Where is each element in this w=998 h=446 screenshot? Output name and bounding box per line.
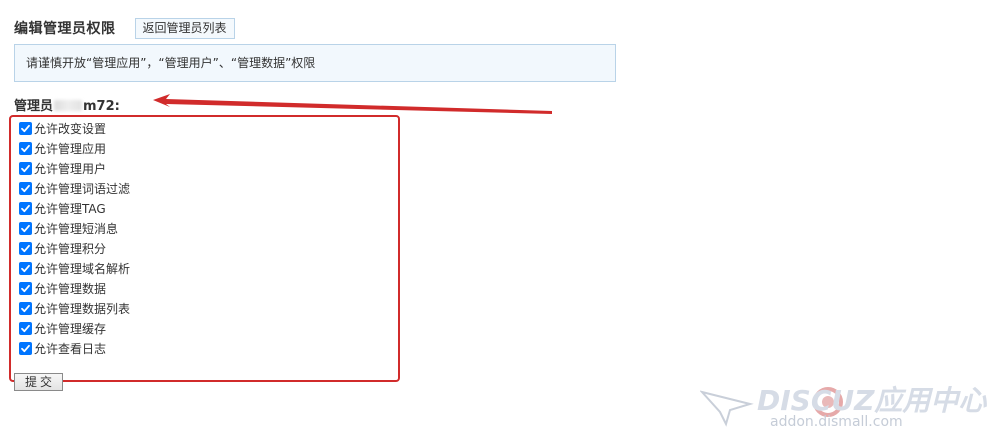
check-icon: [21, 144, 30, 152]
watermark-brand: DISCUZ应用中心: [757, 384, 987, 417]
submit-button[interactable]: 提交: [14, 373, 63, 391]
permission-checkbox[interactable]: [19, 321, 32, 335]
permission-item[interactable]: 允许管理应用: [19, 138, 130, 158]
permission-checkbox[interactable]: [19, 181, 32, 195]
permission-checkbox[interactable]: [19, 301, 32, 315]
permission-item[interactable]: 允许管理数据列表: [19, 298, 130, 318]
watermark-url: addon.dismall.com: [770, 414, 903, 430]
permission-item[interactable]: 允许管理域名解析: [19, 258, 130, 278]
permission-label: 允许管理域名解析: [34, 261, 131, 276]
permission-checkbox[interactable]: [19, 261, 32, 275]
permission-checkbox[interactable]: [19, 241, 32, 255]
permission-item[interactable]: 允许查看日志: [19, 338, 130, 358]
permission-checkbox[interactable]: [19, 221, 32, 235]
permission-checkbox[interactable]: [19, 341, 32, 355]
permission-item[interactable]: 允许管理TAG: [19, 198, 130, 218]
permission-item[interactable]: 允许管理词语过滤: [19, 178, 130, 198]
check-icon: [21, 184, 30, 192]
permission-item[interactable]: 允许改变设置: [19, 118, 130, 138]
watermark: DISCUZ应用中心 addon.dismall.com: [700, 376, 990, 436]
permission-item[interactable]: 允许管理用户: [19, 158, 130, 178]
permission-label: 允许查看日志: [34, 341, 107, 356]
permission-checkbox[interactable]: [19, 281, 32, 295]
permission-checkbox[interactable]: [19, 141, 32, 155]
check-icon: [21, 244, 30, 252]
permission-label: 允许管理应用: [34, 141, 107, 156]
check-icon: [21, 284, 30, 292]
permission-label: 允许管理缓存: [34, 321, 107, 336]
check-icon: [21, 224, 30, 232]
permission-label: 允许管理数据: [34, 281, 107, 296]
permission-label: 允许管理用户: [34, 161, 107, 176]
permission-label: 允许管理积分: [34, 241, 107, 256]
permission-item[interactable]: 允许管理缓存: [19, 318, 130, 338]
check-icon: [21, 204, 30, 212]
check-icon: [21, 124, 30, 132]
permission-item[interactable]: 允许管理积分: [19, 238, 130, 258]
permission-checkbox[interactable]: [19, 201, 32, 215]
check-icon: [21, 264, 30, 272]
permission-checkbox[interactable]: [19, 161, 32, 175]
permission-list: 允许改变设置 允许管理应用 允许管理用户允许管理词语过滤 允许管理TAG 允许管理短消息…: [19, 118, 130, 358]
permission-item[interactable]: 允许管理短消息: [19, 218, 130, 238]
permission-label: 允许管理TAG: [34, 201, 106, 216]
permission-item[interactable]: 允许管理数据: [19, 278, 130, 298]
permission-label: 允许改变设置: [34, 121, 107, 136]
check-icon: [21, 344, 30, 352]
check-icon: [21, 304, 30, 312]
check-icon: [21, 164, 30, 172]
permission-label: 允许管理短消息: [34, 221, 119, 236]
check-icon: [21, 324, 30, 332]
permission-label: 允许管理词语过滤: [34, 181, 131, 196]
permission-checkbox[interactable]: [19, 121, 32, 135]
permission-label: 允许管理数据列表: [34, 301, 131, 316]
